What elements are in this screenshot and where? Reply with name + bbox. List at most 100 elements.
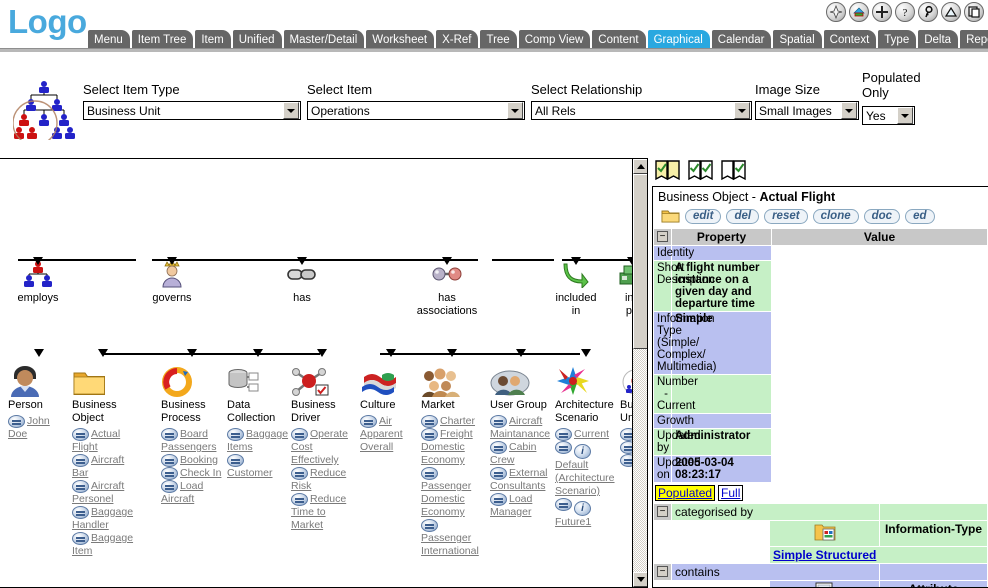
node-item[interactable]: Passenger International	[421, 519, 484, 558]
bookmark-yellow-icon[interactable]	[654, 160, 682, 182]
property-name: Growth	[654, 414, 672, 429]
tab-content[interactable]: Content	[592, 30, 645, 50]
chevron-down-icon[interactable]	[897, 107, 913, 124]
node-item[interactable]: Booking	[161, 454, 224, 467]
alert-icon[interactable]	[941, 2, 961, 22]
graph-scrollbar[interactable]	[632, 159, 647, 587]
node-item[interactable]: External Consultants	[490, 467, 553, 493]
collapse-section-button[interactable]: −	[657, 506, 668, 517]
tab-menu[interactable]: Menu	[88, 30, 130, 50]
filter-full[interactable]: Full	[718, 485, 743, 501]
node-item[interactable]: Load Aircraft	[161, 480, 224, 506]
tab-item-tree[interactable]: Item Tree	[132, 30, 194, 50]
navigate-icon[interactable]	[826, 2, 846, 22]
collapse-properties-button[interactable]: −	[657, 231, 668, 242]
ed-button[interactable]: ed	[905, 209, 934, 224]
node-item[interactable]: i Default (Architecture Scenario)	[555, 441, 618, 498]
item-select[interactable]: Operations	[307, 101, 525, 120]
window-icon[interactable]	[964, 2, 984, 22]
node-item[interactable]: Aircraft Bar	[72, 454, 135, 480]
item-bead-icon	[490, 493, 507, 506]
node-item[interactable]: Aircraft Maintanance	[490, 415, 553, 441]
edit-button[interactable]: edit	[685, 209, 721, 224]
tab-delta[interactable]: Delta	[918, 30, 958, 50]
item-bead-icon	[421, 415, 438, 428]
node-item[interactable]: Load Manager	[490, 493, 553, 519]
node-item[interactable]: Board Passengers	[161, 428, 224, 454]
tab-item[interactable]: Item	[195, 30, 230, 50]
info-icon[interactable]: i	[574, 444, 591, 459]
node-item[interactable]: Customer	[227, 454, 290, 480]
node-item[interactable]: Freight Domestic Economy	[421, 428, 484, 467]
scrollbar-thumb[interactable]	[633, 174, 648, 349]
relationship-select[interactable]: All Rels	[531, 101, 752, 120]
node-item[interactable]: i Future1	[555, 498, 618, 529]
node-item[interactable]: Charter	[421, 415, 484, 428]
entry-link[interactable]: Simple Structured	[773, 548, 876, 562]
collapse-section-button[interactable]: −	[657, 566, 668, 577]
item-bead-icon	[490, 441, 507, 454]
scroll-down-button[interactable]	[633, 572, 648, 587]
tab-spatial[interactable]: Spatial	[773, 30, 821, 50]
section-spacer	[880, 504, 988, 521]
node-item[interactable]: Actual Flight	[72, 428, 135, 454]
relation-node: governs	[142, 259, 202, 305]
tab-context[interactable]: Context	[824, 30, 877, 50]
field-relationship: Select Relationship All Rels	[531, 82, 752, 120]
node-item[interactable]: Baggage Item	[72, 532, 135, 558]
del-button[interactable]: del	[726, 209, 759, 224]
node-item[interactable]: Check In	[161, 467, 224, 480]
tab-calendar[interactable]: Calendar	[712, 30, 772, 50]
arrow-down-icon	[571, 257, 581, 265]
graph-node: PersonJohn Doe	[8, 359, 71, 441]
chevron-down-icon[interactable]	[841, 102, 857, 119]
chevron-down-icon[interactable]	[734, 102, 750, 119]
node-item[interactable]: Baggage Items	[227, 428, 290, 454]
scrollbar-track[interactable]	[633, 174, 648, 572]
tab-tree[interactable]: Tree	[480, 30, 516, 50]
add-icon[interactable]	[872, 2, 892, 22]
chevron-down-icon[interactable]	[507, 102, 523, 119]
info-icon[interactable]: i	[574, 501, 591, 516]
node-item[interactable]: Air Apparent Overall	[360, 415, 423, 454]
node-item[interactable]: Current	[555, 428, 618, 441]
reset-button[interactable]: reset	[764, 209, 808, 224]
scroll-up-button[interactable]	[633, 159, 648, 174]
item-type-value: Business Unit	[87, 104, 283, 118]
tab-graphical[interactable]: Graphical	[648, 30, 710, 50]
bookmark-check-icon-1[interactable]	[687, 160, 715, 182]
tab-repo[interactable]: Repo	[960, 30, 988, 50]
node-item[interactable]: Passenger Domestic Economy	[421, 467, 484, 519]
property-name: Identity	[654, 246, 672, 261]
chevron-down-icon[interactable]	[283, 102, 299, 119]
item-type-select[interactable]: Business Unit	[83, 101, 301, 120]
node-item[interactable]: Aircraft Personel	[72, 480, 135, 506]
node-item[interactable]: Reduce Time to Market	[291, 493, 354, 532]
tab-type[interactable]: Type	[878, 30, 916, 50]
image-size-select[interactable]: Small Images	[755, 101, 859, 120]
node-item[interactable]: John Doe	[8, 415, 71, 441]
tab-comp-view[interactable]: Comp View	[519, 30, 591, 50]
relation-node: included in	[552, 259, 600, 318]
node-item[interactable]: Cabin Crew	[490, 441, 553, 467]
key-icon[interactable]	[918, 2, 938, 22]
filter-populated[interactable]: Populated	[655, 485, 715, 501]
clone-button[interactable]: clone	[813, 209, 859, 224]
bookmark-check-icon-2[interactable]	[720, 160, 748, 182]
help-icon[interactable]: ?	[895, 2, 915, 22]
item-bead-icon	[421, 467, 438, 480]
tab-worksheet[interactable]: Worksheet	[366, 30, 434, 50]
folder-icon[interactable]	[661, 208, 680, 224]
property-row: Identity	[654, 246, 988, 261]
tab-unified[interactable]: Unified	[233, 30, 282, 50]
populated-only-select[interactable]: Yes	[862, 106, 915, 125]
tab-x-ref[interactable]: X-Ref	[436, 30, 478, 50]
doc-button[interactable]: doc	[864, 209, 900, 224]
node-item[interactable]: Baggage Handler	[72, 506, 135, 532]
tab-master-detail[interactable]: Master/Detail	[284, 30, 365, 50]
node-item[interactable]: Operate Cost Effectively	[291, 428, 354, 467]
home-icon[interactable]	[849, 2, 869, 22]
driver-icon	[291, 359, 354, 397]
node-item[interactable]: Reduce Risk	[291, 467, 354, 493]
property-row: Updated byAdministrator	[654, 429, 988, 456]
